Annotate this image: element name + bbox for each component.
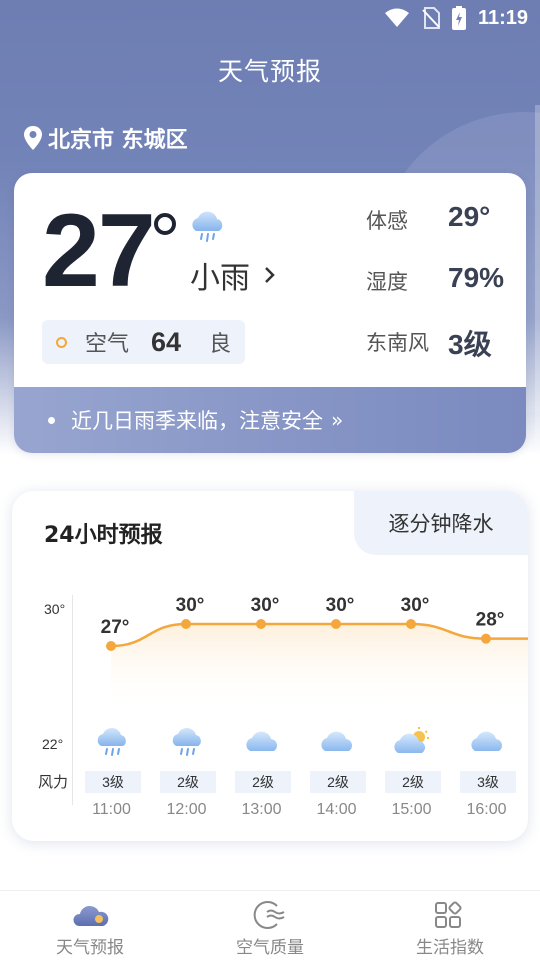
aqi-value: 64 (151, 326, 182, 357)
stat-label: 体感 (366, 209, 408, 233)
alert-text: 近几日雨季来临，注意安全 (71, 409, 323, 433)
temperature-label: 30° (326, 595, 355, 616)
current-weather-card[interactable]: 27 小雨 空气 64 良 体感 29° 湿度 79% 东南风 3级 近几日雨季… (14, 173, 526, 453)
temperature-point (256, 619, 266, 629)
cloudy-icon (469, 727, 505, 761)
aqi-dot-icon (56, 336, 67, 348)
temperature-point (331, 619, 341, 629)
minute-precipitation-tab[interactable]: 逐分钟降水 (354, 491, 528, 555)
temperature-label: 30° (401, 595, 430, 616)
location-name: 北京市 东城区 (48, 128, 188, 153)
life-index-icon (435, 901, 462, 928)
wind-level: 2级 (160, 771, 216, 793)
cloudy-icon (319, 727, 355, 761)
degree-symbol (154, 213, 176, 235)
hour-label: 11:00 (92, 801, 131, 818)
location-pin-icon (24, 126, 42, 150)
stat-wind: 东南风 3级 (366, 323, 516, 384)
chevron-right-icon (265, 267, 275, 283)
temperature-label: 28° (476, 610, 505, 631)
nav-label: 生活指数 (416, 938, 484, 958)
condition-link[interactable]: 小雨 (190, 253, 276, 297)
temperature-label: 30° (176, 595, 205, 616)
no-sim-icon (422, 7, 440, 29)
hourly-title: 24小时预报 (44, 523, 163, 548)
wind-level: 2级 (310, 771, 366, 793)
condition-text: 小雨 (190, 261, 250, 296)
battery-charging-icon (451, 6, 466, 30)
weather-stats: 体感 29° 湿度 79% 东南风 3级 (366, 201, 516, 384)
temperature-point (481, 633, 491, 644)
air-quality-pill[interactable]: 空气 64 良 (42, 320, 245, 364)
wind-label: 风力 (38, 773, 69, 791)
double-chevron-right-icon: » (331, 408, 344, 432)
temperature-curve: 27° 30° 30° 30° 30° 28° (101, 595, 528, 711)
temperature-label: 30° (251, 595, 280, 616)
nav-label: 空气质量 (236, 938, 304, 958)
hour-label: 16:00 (466, 801, 507, 818)
hour-label: 15:00 (391, 801, 432, 818)
light-rain-icon (94, 727, 130, 761)
air-quality-icon (253, 901, 285, 929)
current-temperature: 27 (42, 193, 156, 309)
hour-label: 12:00 (166, 801, 207, 818)
temperature-point (106, 641, 116, 651)
cloudy-icon (244, 727, 280, 761)
temperature-label: 27° (101, 617, 130, 638)
bullet-icon (48, 416, 55, 424)
nav-label: 天气预报 (56, 938, 124, 958)
stat-value: 29° (448, 201, 491, 232)
aqi-level: 良 (209, 332, 232, 357)
light-rain-icon (188, 209, 226, 247)
page-title: 天气预报 (217, 57, 322, 86)
location[interactable]: 北京市 东城区 (24, 122, 188, 154)
stat-value: 3级 (448, 329, 492, 360)
nav-weather-forecast[interactable]: 天气预报 (0, 891, 180, 960)
wind-level: 3级 (85, 771, 141, 793)
stat-humidity: 湿度 79% (366, 262, 516, 323)
status-time: 11:19 (477, 6, 528, 29)
weather-alert-bar[interactable]: 近几日雨季来临，注意安全 » (14, 387, 526, 453)
scrollbar[interactable] (535, 105, 540, 450)
stat-label: 湿度 (366, 270, 408, 294)
hourly-forecast-card: 24小时预报 逐分钟降水 30° 22° 风力 27° 30° 30° 30° 30° 2… (12, 491, 528, 841)
aqi-label: 空气 (85, 332, 130, 357)
wind-level: 2级 (385, 771, 441, 793)
partly-sunny-icon (394, 727, 430, 761)
stat-label: 东南风 (366, 331, 429, 355)
bottom-nav: 天气预报 空气质量 生活指数 (0, 890, 540, 960)
hour-label: 14:00 (316, 801, 357, 818)
light-rain-icon (169, 727, 205, 761)
temperature-point (181, 619, 191, 629)
temperature-point (406, 619, 416, 629)
nav-life-index[interactable]: 生活指数 (360, 891, 540, 960)
status-bar: 11:19 (0, 0, 540, 36)
stat-feels-like: 体感 29° (366, 201, 516, 262)
wifi-icon (384, 8, 409, 27)
nav-air-quality[interactable]: 空气质量 (180, 891, 360, 960)
wind-level: 2级 (235, 771, 291, 793)
axis-min-label: 22° (42, 736, 64, 752)
hour-label: 13:00 (241, 801, 282, 818)
weather-forecast-icon (73, 905, 109, 926)
stat-value: 79% (448, 262, 505, 293)
wind-level: 3级 (460, 771, 516, 793)
